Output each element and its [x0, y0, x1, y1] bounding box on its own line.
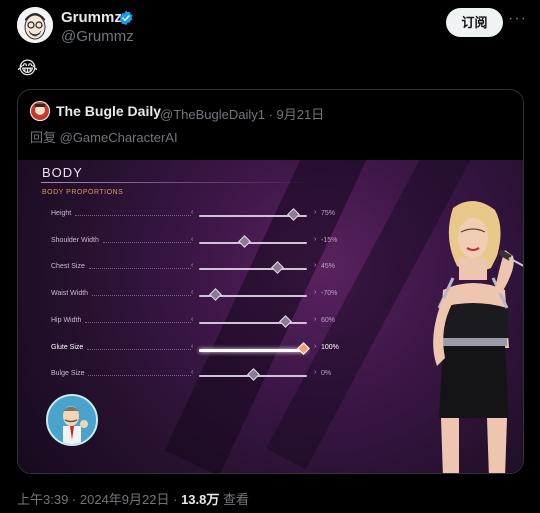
- slider-label: Chest Size: [51, 263, 85, 271]
- dotted-leader: [85, 321, 191, 323]
- slider-track: [199, 348, 307, 352]
- dotted-leader: [103, 241, 191, 243]
- post-date[interactable]: 2024年9月22日: [80, 492, 170, 507]
- slider-thumb: [279, 314, 293, 328]
- reply-context: 回复 @GameCharacterAI: [30, 127, 178, 146]
- slider-thumb: [247, 368, 260, 382]
- slider-thumb: [209, 288, 223, 301]
- follow-button[interactable]: 订阅: [446, 8, 503, 37]
- mascot-logo: [46, 394, 98, 446]
- slider-value: -70%: [321, 290, 338, 298]
- slider-value: 75%: [321, 210, 336, 217]
- dotted-leader: [87, 348, 191, 350]
- slider-track: [199, 268, 307, 271]
- slider-value: 0%: [321, 370, 332, 378]
- slider-value: 45%: [321, 263, 336, 271]
- decrease-arrow-icon: ‹: [191, 315, 194, 323]
- slider-label: Glute Size: [51, 343, 84, 351]
- slider-label: Hip Width: [51, 316, 82, 324]
- slider-thumb: [287, 208, 300, 221]
- slider-row: Bulge Size ‹ › 0%: [51, 368, 351, 382]
- slider-row: Hip Width ‹ › 60%: [51, 314, 351, 329]
- more-options-icon[interactable]: ···: [508, 10, 527, 28]
- decrease-arrow-icon: ‹: [191, 342, 194, 350]
- quoted-post[interactable]: The Bugle Daily @TheBugleDaily1 · 9月21日 …: [17, 89, 524, 474]
- decrease-arrow-icon: ‹: [191, 289, 194, 297]
- slider-label: Waist Width: [51, 290, 89, 298]
- post-time[interactable]: 上午3:39: [17, 492, 68, 507]
- slider-thumb: [270, 261, 284, 275]
- slider-row: Waist Width ‹ › -70%: [51, 288, 351, 302]
- slider-label: Height: [51, 210, 72, 217]
- quoted-author-avatar[interactable]: [30, 101, 50, 121]
- increase-arrow-icon: ›: [314, 235, 317, 243]
- increase-arrow-icon: ›: [314, 289, 317, 297]
- slider-label: Shoulder Width: [51, 236, 99, 244]
- slider-value: 100%: [321, 343, 339, 351]
- slider-label: Bulge Size: [51, 370, 85, 378]
- slider-value: -15%: [321, 236, 338, 244]
- dotted-leader: [88, 375, 191, 377]
- decrease-arrow-icon: ‹: [191, 369, 194, 377]
- reply-prefix: 回复: [30, 130, 60, 145]
- slider-thumb: [238, 234, 252, 248]
- quoted-date[interactable]: 9月21日: [277, 107, 325, 122]
- slider-value: 60%: [321, 316, 336, 324]
- increase-arrow-icon: ›: [314, 209, 317, 216]
- game-panel-title: BODY: [42, 165, 83, 180]
- dotted-leader: [92, 295, 191, 297]
- quoted-author-name[interactable]: The Bugle Daily: [56, 103, 161, 119]
- post-text: 😂: [17, 58, 39, 78]
- verified-badge-icon: [119, 10, 133, 26]
- dotted-leader: [89, 268, 191, 270]
- increase-arrow-icon: ›: [314, 369, 317, 377]
- author-name[interactable]: Grummz: [61, 9, 122, 26]
- reply-mention-link[interactable]: @GameCharacterAI: [60, 130, 178, 145]
- increase-arrow-icon: ›: [314, 342, 317, 350]
- quoted-author-handle[interactable]: @TheBugleDaily1: [160, 107, 265, 122]
- slider-row: Height ‹ › 75%: [51, 208, 351, 222]
- slider-track: [199, 241, 307, 244]
- slider-row: Chest Size ‹ › 45%: [51, 261, 351, 275]
- increase-arrow-icon: ›: [314, 315, 317, 323]
- view-label: 查看: [219, 492, 249, 507]
- footer-separator: ·: [169, 492, 182, 507]
- meta-separator: ·: [264, 107, 277, 122]
- increase-arrow-icon: ›: [314, 262, 317, 270]
- author-handle[interactable]: @Grummz: [61, 28, 134, 45]
- dotted-leader: [75, 215, 191, 216]
- decrease-arrow-icon: ‹: [191, 262, 194, 270]
- quoted-meta: @TheBugleDaily1 · 9月21日: [160, 104, 324, 123]
- performer-figure: [433, 200, 523, 473]
- quoted-media-image[interactable]: BODY BODY PROPORTIONS Height ‹ › 75% Shoulde…: [18, 160, 523, 473]
- decrease-arrow-icon: ‹: [191, 209, 194, 216]
- slider-row: Glute Size ‹ › 100%: [51, 341, 351, 356]
- slider-thumb: [296, 341, 310, 355]
- title-divider: [41, 182, 311, 183]
- post-footer: 上午3:39 · 2024年9月22日 · 13.8万 查看: [17, 489, 249, 508]
- slider-row: Shoulder Width ‹ › -15%: [51, 234, 351, 249]
- footer-separator: ·: [68, 492, 80, 507]
- author-avatar[interactable]: [17, 7, 53, 43]
- view-count: 13.8万: [181, 492, 220, 507]
- decrease-arrow-icon: ‹: [191, 235, 194, 243]
- game-panel-subtitle: BODY PROPORTIONS: [42, 189, 124, 196]
